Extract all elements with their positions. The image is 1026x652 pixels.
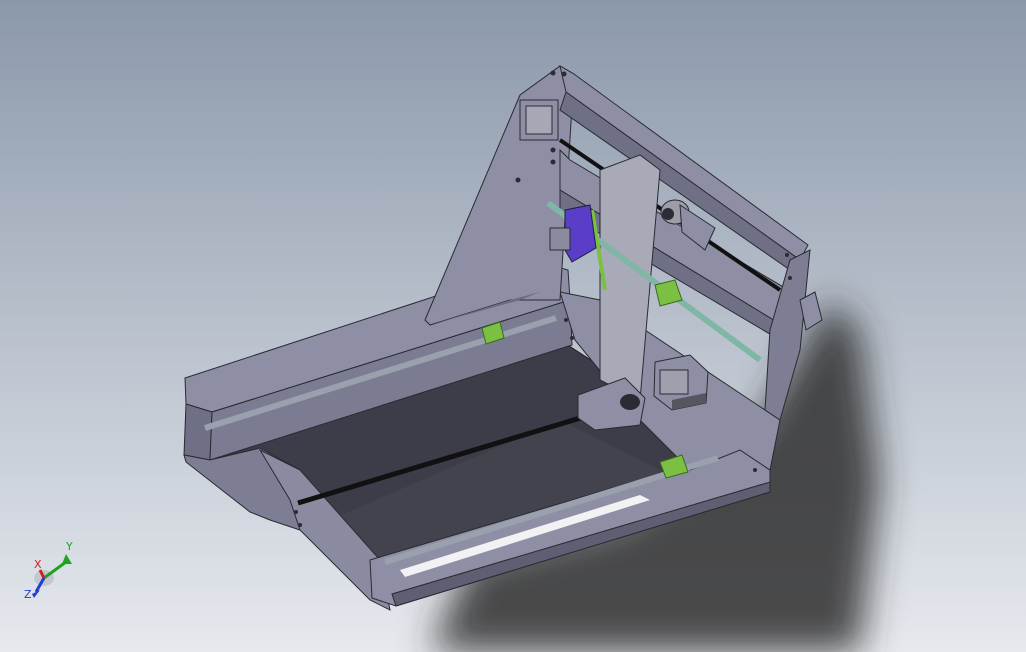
z-axis-label: Z xyxy=(24,588,32,601)
x-stepper-motor[interactable] xyxy=(519,99,559,141)
3d-viewport[interactable]: X Y Z xyxy=(0,0,1026,652)
y-axis-label: Y xyxy=(65,540,73,553)
y-axis-arrowhead xyxy=(62,554,72,564)
x-axis-label: X xyxy=(34,558,42,571)
cnc-router-model[interactable] xyxy=(0,0,1026,652)
view-orientation-triad[interactable]: X Y Z xyxy=(22,536,78,606)
y-axis-arrow xyxy=(43,560,67,580)
left-side-rail-face xyxy=(183,403,213,461)
